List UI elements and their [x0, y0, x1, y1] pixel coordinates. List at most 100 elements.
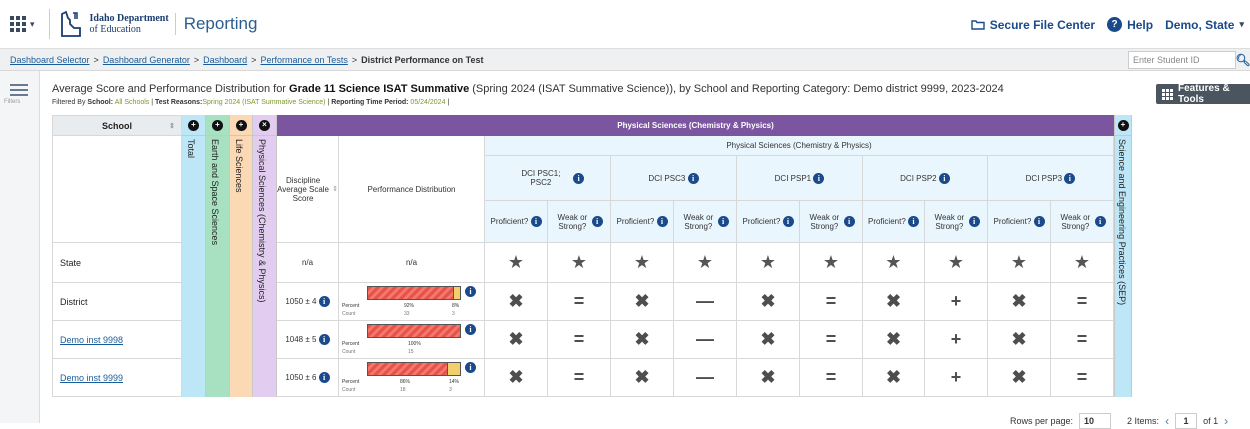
perf-segment-red [368, 287, 453, 299]
info-icon[interactable]: i [530, 216, 542, 227]
subgroup-header: Physical Sciences (Chemistry & Physics) [485, 136, 1114, 156]
discipline-score-header-label: Discipline Average Scale Score [277, 175, 329, 203]
prev-page-icon[interactable]: ‹ [1165, 414, 1169, 428]
expand-icon[interactable]: + [235, 119, 247, 131]
proficient-header: Proficient? i [988, 201, 1051, 243]
info-icon[interactable]: i [465, 362, 476, 373]
discipline-score-header[interactable]: Discipline Average Scale Score ⇕ [277, 136, 339, 243]
dci-label: DCI PSP1 [774, 173, 812, 183]
info-icon[interactable]: i [968, 216, 980, 227]
dci-label: DCI PSC1; PSC2 [521, 169, 561, 187]
weak-strong-label: Weak or Strong? [934, 212, 965, 231]
column-physical-sciences[interactable]: × Physical Sciences (Chemistry & Physics… [253, 115, 277, 397]
info-icon[interactable]: i [465, 324, 476, 335]
row-label-demo-inst-9999: Demo inst 9999 [52, 359, 182, 397]
plus-icon: + [950, 367, 962, 387]
app-title: Reporting [174, 13, 257, 35]
perf-bar[interactable] [367, 324, 461, 338]
info-icon[interactable]: i [687, 172, 699, 184]
school-link-demo-inst-9998[interactable]: Demo inst 9998 [60, 335, 123, 345]
column-life-sciences[interactable]: + Life Sciences [230, 115, 253, 397]
search-icon[interactable]: 🔍︎ [1235, 51, 1250, 69]
top-bar: ▾ Idaho Department of Education Reportin… [0, 0, 1250, 49]
info-icon[interactable]: i [318, 296, 330, 307]
rows-per-page-select[interactable]: 10 [1079, 413, 1112, 429]
yellow-percent: 14% [449, 379, 460, 385]
divider [48, 9, 50, 39]
breadcrumb-performance-on-tests[interactable]: Performance on Tests [260, 55, 347, 65]
student-id-input[interactable]: Enter Student ID [1128, 51, 1236, 69]
info-icon[interactable]: i [465, 286, 476, 297]
plus-icon: + [950, 329, 962, 349]
column-total-label: Total [186, 139, 196, 159]
filter-sliders-icon[interactable] [10, 81, 28, 97]
expand-icon[interactable]: + [1117, 119, 1129, 131]
score-value: 1050 ± 6 [285, 373, 317, 382]
info-icon[interactable]: i [318, 334, 330, 345]
user-menu[interactable]: Demo, State ▾ [1165, 18, 1244, 32]
idaho-logo[interactable]: Idaho Department of Education [58, 10, 169, 38]
red-percent: 100% [408, 341, 421, 347]
dci-cell: ✖ [737, 359, 800, 397]
expand-icon[interactable]: + [188, 119, 199, 131]
perf-bar[interactable] [367, 362, 461, 376]
star-icon: ★ [759, 252, 777, 272]
expand-icon[interactable]: + [212, 119, 223, 131]
school-link-demo-inst-9999[interactable]: Demo inst 9999 [60, 373, 123, 383]
sort-icon[interactable]: ⇕ [332, 185, 338, 193]
secure-file-center-label: Secure File Center [989, 17, 1096, 32]
column-earth-space[interactable]: + Earth and Space Sciences [206, 115, 230, 397]
next-page-icon[interactable]: › [1224, 414, 1228, 428]
equals-icon: = [825, 367, 837, 387]
logo-line-1: Idaho Department [89, 13, 169, 24]
breadcrumb-dashboard-generator[interactable]: Dashboard Generator [103, 55, 190, 65]
breadcrumb-dashboard[interactable]: Dashboard [203, 55, 247, 65]
dci-cell: ✖ [988, 359, 1051, 397]
dci-cell: ★ [1051, 243, 1114, 283]
help-link[interactable]: ? Help [1107, 17, 1153, 32]
school-column-header[interactable]: School ⇕ [52, 115, 182, 136]
perf-segment-red [368, 363, 448, 375]
count-label: Count [342, 311, 356, 317]
info-icon[interactable]: i [717, 216, 729, 227]
info-icon[interactable]: i [1094, 216, 1106, 227]
info-icon[interactable]: i [782, 216, 794, 227]
star-icon: ★ [947, 252, 965, 272]
info-icon[interactable]: i [908, 216, 920, 227]
help-icon: ? [1107, 17, 1123, 32]
x-mark-icon: ✖ [634, 329, 650, 349]
dci-cell: = [548, 321, 611, 359]
secure-file-center-link[interactable]: Secure File Center [971, 18, 1095, 32]
x-mark-icon: ✖ [1011, 367, 1027, 387]
x-mark-icon: ✖ [760, 291, 776, 311]
features-tools-button[interactable]: Features & Tools [1156, 83, 1250, 105]
sort-icon[interactable]: ⇕ [169, 122, 175, 130]
info-icon[interactable]: i [843, 216, 855, 227]
column-total[interactable]: + Total [182, 115, 206, 397]
info-icon[interactable]: i [1064, 172, 1076, 184]
group-header-physical-sciences: Physical Sciences (Chemistry & Physics) [277, 115, 1114, 136]
percent-label: Percent [342, 303, 360, 309]
column-sep[interactable]: + Science and Engineering Practices (SEP… [1114, 115, 1132, 397]
dci-cell: ★ [674, 243, 737, 283]
page-number-input[interactable]: 1 [1175, 413, 1198, 429]
perf-bar[interactable] [367, 286, 461, 300]
x-mark-icon: ✖ [508, 291, 524, 311]
pagination: Rows per page: 10 2 Items: ‹ 1 of 1 › [1010, 413, 1228, 429]
info-icon[interactable]: i [938, 172, 950, 184]
proficient-label: Proficient? [867, 217, 906, 226]
dci-cell: — [674, 359, 737, 397]
collapse-icon[interactable]: × [259, 119, 270, 131]
info-icon[interactable]: i [1033, 216, 1045, 227]
breadcrumb-dashboard-selector[interactable]: Dashboard Selector [10, 55, 90, 65]
info-icon[interactable]: i [656, 216, 668, 227]
red-percent: 92% [404, 303, 415, 309]
info-icon[interactable]: i [318, 372, 330, 383]
x-mark-icon: ✖ [760, 329, 776, 349]
info-icon[interactable]: i [591, 216, 603, 227]
info-icon[interactable]: i [813, 172, 825, 184]
dci-cell: ★ [800, 243, 863, 283]
app-switcher-button[interactable]: ▾ [0, 0, 45, 48]
school-header-label: School [101, 120, 132, 131]
info-icon[interactable]: i [573, 172, 585, 184]
